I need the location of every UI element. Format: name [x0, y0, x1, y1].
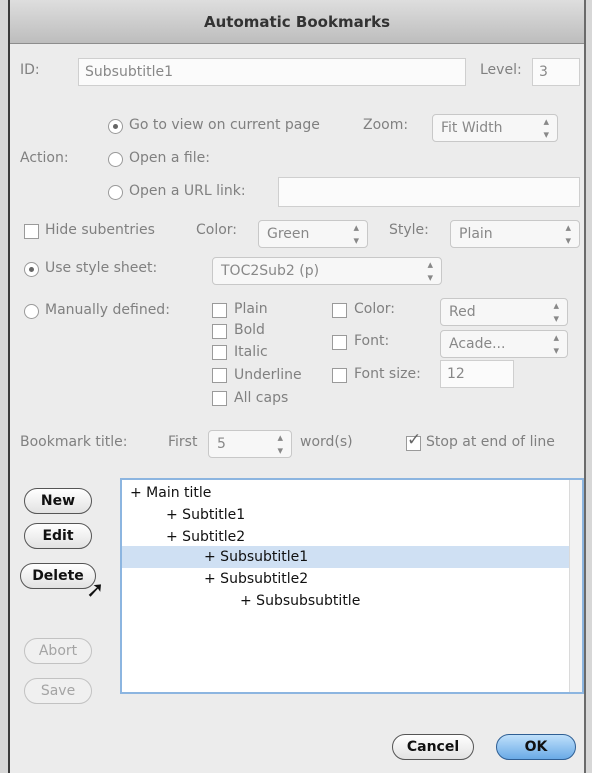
hide-subentries-checkbox[interactable] — [24, 224, 39, 239]
tree-item-label: + Subtitle2 — [166, 529, 246, 545]
dialog-title: Automatic Bookmarks — [10, 0, 584, 44]
manual-color-checkbox[interactable] — [332, 303, 347, 318]
first-words-value: 5 — [217, 436, 226, 452]
first-label: First — [168, 434, 198, 450]
zoom-label: Zoom: — [363, 117, 409, 133]
save-button[interactable]: Save — [24, 678, 92, 704]
manual-color-value: Red — [449, 304, 476, 320]
mouse-pointer-icon: ➚ — [86, 578, 105, 603]
popup-arrows-icon: ▴ ▾ — [553, 331, 559, 357]
style-value: Plain — [459, 226, 493, 242]
use-style-sheet-label: Use style sheet: — [45, 260, 158, 276]
font-checkbox[interactable] — [332, 335, 347, 350]
words-label: word(s) — [300, 434, 353, 450]
new-button[interactable]: New — [24, 488, 92, 514]
underline-label: Underline — [234, 367, 302, 383]
font-value: Acade... — [449, 336, 506, 352]
go-to-view-radio[interactable] — [108, 119, 123, 134]
plain-checkbox[interactable] — [212, 303, 227, 318]
delete-button[interactable]: Delete — [20, 563, 96, 589]
tree-item-label: + Subsubsubtitle — [240, 593, 361, 609]
popup-arrows-icon: ▴ ▾ — [543, 115, 549, 141]
manually-defined-label: Manually defined: — [45, 302, 170, 318]
action-label: Action: — [20, 150, 69, 166]
style-popup[interactable]: Plain ▴ ▾ — [450, 220, 580, 248]
font-size-label: Font size: — [354, 366, 421, 382]
tree-scrollbar[interactable] — [569, 480, 582, 692]
manual-color-popup[interactable]: Red ▴ ▾ — [440, 298, 568, 326]
first-words-popup[interactable]: 5 ▴ ▾ — [208, 430, 292, 458]
level-label: Level: — [480, 62, 522, 78]
bookmark-title-label: Bookmark title: — [20, 434, 128, 450]
underline-checkbox[interactable] — [212, 368, 227, 383]
open-url-radio[interactable] — [108, 185, 123, 200]
italic-label: Italic — [234, 344, 268, 360]
tree-item[interactable]: + Subtitle1 — [122, 504, 572, 526]
tree-item[interactable]: + Subsubtitle2 — [122, 568, 572, 590]
font-popup[interactable]: Acade... ▴ ▾ — [440, 330, 568, 358]
stop-at-end-of-line-checkbox[interactable] — [406, 430, 421, 451]
automatic-bookmarks-dialog: Automatic Bookmarks ID: Subsubtitle1 Lev… — [8, 0, 586, 773]
popup-arrows-icon: ▴ ▾ — [353, 221, 359, 247]
zoom-value: Fit Width — [441, 120, 503, 136]
url-field[interactable] — [278, 177, 580, 207]
popup-arrows-icon: ▴ ▾ — [427, 258, 433, 284]
tree-item[interactable]: + Main title — [122, 482, 572, 504]
hide-subentries-label: Hide subentries — [45, 222, 155, 238]
id-field[interactable]: Subsubtitle1 — [78, 58, 466, 86]
all-caps-checkbox[interactable] — [212, 391, 227, 406]
popup-arrows-icon: ▴ ▾ — [553, 299, 559, 325]
use-style-sheet-radio[interactable] — [24, 262, 39, 277]
font-size-checkbox[interactable] — [332, 368, 347, 383]
bold-label: Bold — [234, 322, 265, 338]
ok-button[interactable]: OK — [496, 734, 576, 760]
plain-label: Plain — [234, 301, 268, 317]
open-url-label: Open a URL link: — [129, 183, 246, 199]
edit-button[interactable]: Edit — [24, 523, 92, 549]
tree-item-label: + Subtitle1 — [166, 507, 246, 523]
style-label: Style: — [389, 222, 429, 238]
manually-defined-radio[interactable] — [24, 304, 39, 319]
italic-checkbox[interactable] — [212, 345, 227, 360]
open-file-radio[interactable] — [108, 152, 123, 167]
tree-item-label: + Main title — [130, 485, 212, 501]
popup-arrows-icon: ▴ ▾ — [565, 221, 571, 247]
stop-at-end-of-line-label: Stop at end of line — [426, 434, 555, 450]
zoom-popup[interactable]: Fit Width ▴ ▾ — [432, 114, 558, 142]
style-sheet-popup[interactable]: TOC2Sub2 (p) ▴ ▾ — [212, 257, 442, 285]
tree-item-label: + Subsubtitle1 — [204, 549, 309, 565]
manual-color-label: Color: — [354, 301, 396, 317]
bold-checkbox[interactable] — [212, 324, 227, 339]
color-popup[interactable]: Green ▴ ▾ — [258, 220, 368, 248]
all-caps-label: All caps — [234, 390, 289, 406]
color-label: Color: — [196, 222, 238, 238]
font-size-field[interactable]: 12 — [440, 360, 514, 388]
tree-item-label: + Subsubtitle2 — [204, 571, 309, 587]
abort-button[interactable]: Abort — [24, 638, 92, 664]
level-field[interactable]: 3 — [532, 58, 580, 86]
go-to-view-label: Go to view on current page — [129, 117, 320, 133]
cancel-button[interactable]: Cancel — [392, 734, 474, 760]
popup-arrows-icon: ▴ ▾ — [277, 431, 283, 457]
style-sheet-value: TOC2Sub2 (p) — [221, 263, 320, 279]
color-value: Green — [267, 226, 310, 242]
tree-item[interactable]: + Subtitle2 — [122, 526, 572, 548]
bookmark-tree-list[interactable]: + Main title + Subtitle1 + Subtitle2 + S… — [120, 478, 584, 694]
tree-item[interactable]: + Subsubsubtitle — [122, 590, 572, 612]
tree-item-selected[interactable]: + Subsubtitle1 — [122, 546, 572, 568]
id-label: ID: — [20, 62, 40, 78]
open-file-label: Open a file: — [129, 150, 210, 166]
font-label: Font: — [354, 333, 390, 349]
